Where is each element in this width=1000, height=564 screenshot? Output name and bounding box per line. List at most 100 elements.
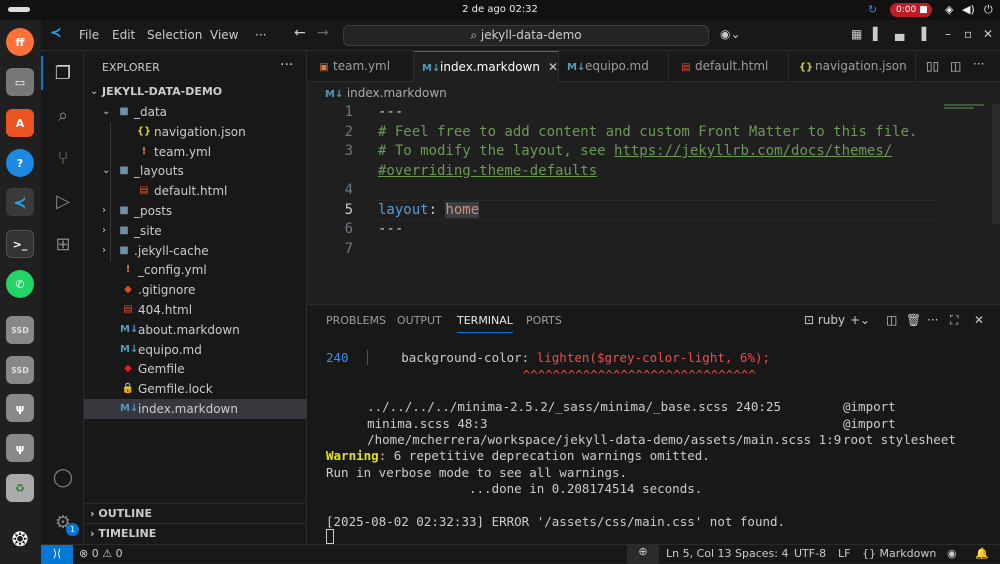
minimize-icon[interactable]: – <box>945 27 951 41</box>
tab-problems[interactable]: PROBLEMS <box>326 314 386 327</box>
power-icon[interactable]: ⏻ <box>984 3 993 17</box>
usb-icon[interactable]: ψ <box>6 394 34 422</box>
end-of-line[interactable]: LF <box>838 547 850 560</box>
run-debug-icon[interactable]: ▷ <box>50 188 76 214</box>
search-icon[interactable]: ⌕ <box>50 102 76 128</box>
maximize-icon[interactable]: ▫ <box>964 27 972 41</box>
shell-name: ruby <box>817 313 846 327</box>
menu-file[interactable]: File <box>79 28 99 42</box>
code-line-3-wrap[interactable]: #overriding-theme-defaults <box>378 163 597 179</box>
tree-folder[interactable]: › ■ _posts <box>84 201 307 221</box>
tree-file[interactable]: ! _config.yml <box>84 260 307 280</box>
maximize-panel-icon[interactable]: ⛶ <box>950 313 958 328</box>
code-editor[interactable]: 1 2 3 4 5 6 7 --- # Feel free to add con… <box>307 104 1000 300</box>
back-arrow-icon[interactable]: ← <box>294 25 306 41</box>
settings-gear-icon[interactable]: ⚙ 1 <box>50 509 79 536</box>
notifications-icon[interactable]: 🔔 <box>975 547 989 560</box>
tree-file[interactable]: ◆ Gemfile <box>84 359 307 379</box>
outline-section[interactable]: › OUTLINE <box>84 503 307 523</box>
app-center-icon[interactable]: A <box>6 109 34 137</box>
toggle-panel-icon[interactable]: ▄ <box>895 27 904 41</box>
open-preview-icon[interactable]: ▯▯ <box>926 59 939 73</box>
copilot-icon[interactable]: ◉⌄ <box>720 27 741 41</box>
tree-file[interactable]: 🔒 Gemfile.lock <box>84 379 307 399</box>
command-center-search[interactable]: ⌕ jekyll-data-demo <box>343 25 709 46</box>
tab-team-yml[interactable]: ▣ team.yml <box>307 51 414 82</box>
close-panel-icon[interactable]: ✕ <box>974 313 984 327</box>
drive-icon[interactable]: SSD <box>6 356 34 384</box>
wifi-icon[interactable]: ◈ <box>945 3 953 16</box>
split-terminal-icon[interactable]: ◫ <box>886 313 897 327</box>
trash-icon[interactable]: ♻ <box>6 474 34 502</box>
tree-file[interactable]: ▤ 404.html <box>84 300 307 320</box>
system-clock[interactable]: 2 de ago 02:32 <box>0 4 1000 15</box>
tab-navigation-json[interactable]: {} navigation.json <box>789 51 916 82</box>
terminal-shell-selector[interactable]: ⊡ ruby <box>804 313 845 327</box>
encoding[interactable]: UTF-8 <box>794 547 826 560</box>
recording-indicator[interactable]: 0:00 ■ <box>890 3 932 17</box>
tree-file[interactable]: {} navigation.json <box>84 122 307 142</box>
tree-file[interactable]: ◆ .gitignore <box>84 280 307 300</box>
toggle-secondary-sidebar-icon[interactable]: ▐ <box>917 27 926 41</box>
account-icon[interactable]: ◯ <box>50 464 76 490</box>
menu-more[interactable]: ··· <box>255 28 266 42</box>
minimap[interactable] <box>942 104 1000 300</box>
tree-file[interactable]: M↓ equipo.md <box>84 340 307 360</box>
tree-folder[interactable]: ⌄ ■ _layouts <box>84 161 307 181</box>
tab-output[interactable]: OUTPUT <box>397 314 442 327</box>
tab-default-html[interactable]: ▤ default.html <box>669 51 789 82</box>
copilot-icon[interactable]: ◉ <box>947 547 957 560</box>
more-actions-icon[interactable]: ··· <box>973 57 984 71</box>
volume-icon[interactable]: ◀) <box>962 3 975 16</box>
more-actions-icon[interactable]: ··· <box>280 57 293 73</box>
tree-folder[interactable]: ⌄ ■ _data <box>84 102 307 122</box>
tree-folder[interactable]: › ■ .jekyll-cache <box>84 241 307 261</box>
tree-file[interactable]: M↓ index.markdown <box>84 399 307 419</box>
tab-index-markdown[interactable]: M↓index.markdown ✕ <box>414 51 559 82</box>
close-window-icon[interactable]: ✕ <box>983 27 993 41</box>
split-editor-icon[interactable]: ◫ <box>950 59 961 73</box>
trash-icon[interactable]: 🗑 <box>906 313 921 327</box>
drive-icon[interactable]: SSD <box>6 316 34 344</box>
explorer-icon[interactable]: ❐ <box>41 56 76 90</box>
firefox-icon[interactable]: ff <box>6 28 34 56</box>
menu-selection[interactable]: Selection <box>147 28 202 42</box>
json-file-icon: {} <box>798 62 814 73</box>
forward-arrow-icon[interactable]: → <box>317 25 329 41</box>
tree-folder[interactable]: › ■ _site <box>84 221 307 241</box>
refresh-icon[interactable]: ↻ <box>868 3 877 16</box>
terminal-icon[interactable]: >_ <box>6 230 34 258</box>
tree-file[interactable]: ▤ default.html <box>84 181 307 201</box>
language-mode[interactable]: {} Markdown <box>862 547 936 560</box>
problems-status[interactable]: ⊗ 0 ⚠ 0 <box>79 547 123 560</box>
usb-icon[interactable]: ψ <box>6 434 34 462</box>
indentation[interactable]: Spaces: 4 <box>735 547 788 560</box>
timeline-section[interactable]: › TIMELINE <box>84 523 307 543</box>
tree-file[interactable]: ! team.yml <box>84 142 307 162</box>
breadcrumb[interactable]: M↓ index.markdown <box>307 82 1000 104</box>
customize-layout-icon[interactable]: ▦ <box>851 27 862 41</box>
tab-ports[interactable]: PORTS <box>526 314 562 327</box>
workspace-root[interactable]: ⌄ JEKYLL-DATA-DEMO <box>84 82 307 102</box>
tab-terminal[interactable]: TERMINAL <box>457 314 513 333</box>
files-icon[interactable]: ▭ <box>6 68 34 96</box>
remote-indicator-icon[interactable]: ⟩⟨ <box>41 545 73 564</box>
extensions-icon[interactable]: ⊞ <box>50 231 76 257</box>
show-apps-icon[interactable]: ❂ <box>6 525 34 553</box>
zoom-icon[interactable]: ⊕ <box>627 545 659 564</box>
more-actions-icon[interactable]: ··· <box>927 313 938 327</box>
docs-link[interactable]: https://jekyllrb.com/docs/themes/ <box>614 143 892 159</box>
source-control-icon[interactable]: ⑂ <box>50 145 76 171</box>
scrollbar[interactable] <box>992 104 1000 224</box>
menu-view[interactable]: View <box>210 28 238 42</box>
whatsapp-icon[interactable]: ✆ <box>6 270 34 298</box>
vscode-icon[interactable]: ≺ <box>6 188 34 216</box>
menu-edit[interactable]: Edit <box>112 28 135 42</box>
cursor-position[interactable]: Ln 5, Col 13 <box>666 547 732 560</box>
new-terminal-icon[interactable]: +⌄ <box>850 313 870 327</box>
toggle-primary-sidebar-icon[interactable]: ▌ <box>873 27 882 41</box>
tab-equipo-md[interactable]: M↓equipo.md <box>559 51 669 82</box>
tree-file[interactable]: M↓ about.markdown <box>84 320 307 340</box>
close-tab-icon[interactable]: ✕ <box>548 60 558 74</box>
help-icon[interactable]: ? <box>6 149 34 177</box>
